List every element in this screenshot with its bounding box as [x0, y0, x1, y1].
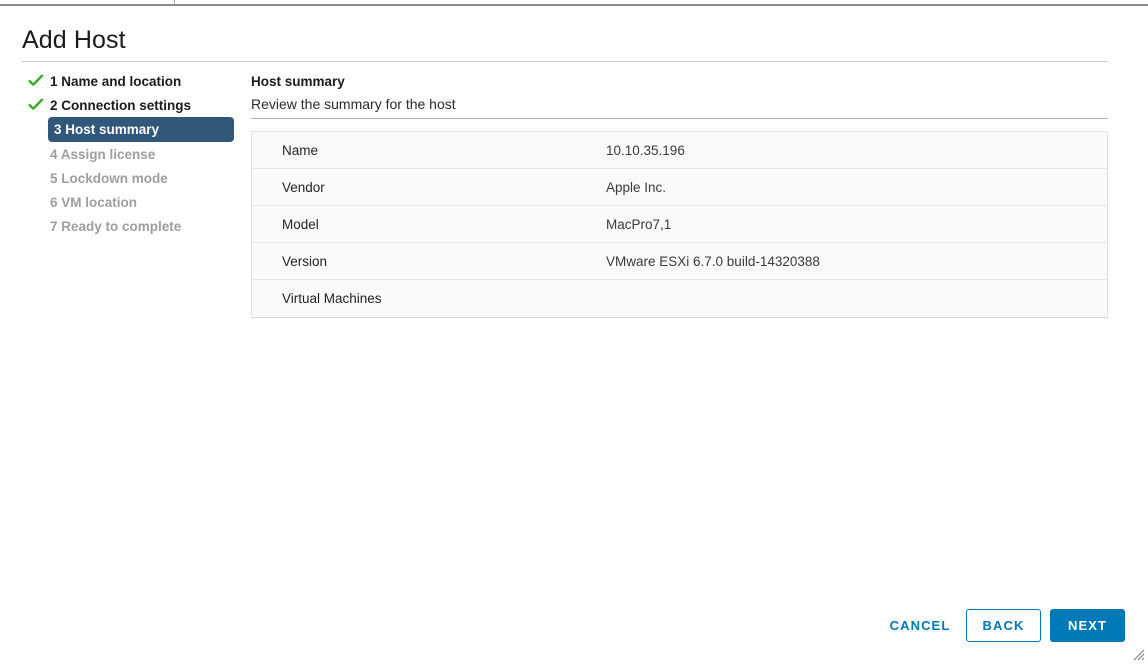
wizard-step-nav: 1 Name and location 2 Connection settings… [22, 69, 234, 238]
wizard-step-2[interactable]: 2 Connection settings [22, 93, 234, 117]
cancel-button[interactable]: CANCEL [875, 611, 965, 639]
next-button[interactable]: NEXT [1050, 609, 1125, 642]
check-icon [28, 73, 44, 89]
back-button[interactable]: BACK [966, 609, 1041, 642]
wizard-step-label: 3 Host summary [54, 122, 160, 137]
wizard-step-5[interactable]: 5 Lockdown mode [22, 166, 234, 190]
content-header: Host summary Review the summary for the … [251, 74, 456, 112]
title-divider [22, 61, 1108, 62]
parent-window-clipped-strip: Shortcuts [0, 0, 1148, 7]
content-title: Host summary [251, 74, 345, 89]
resize-grip-icon[interactable] [1132, 648, 1145, 661]
wizard-step-6[interactable]: 6 VM location [22, 190, 234, 214]
wizard-step-3[interactable]: 3 Host summary [48, 117, 234, 142]
summary-value: Apple Inc. [606, 179, 667, 195]
table-row: Virtual Machines [252, 280, 1107, 317]
parent-window-bottom-rule [0, 4, 1148, 6]
content-subtitle: Review the summary for the host [251, 96, 456, 112]
summary-key: Model [282, 216, 319, 232]
wizard-footer: CANCEL BACK NEXT [0, 604, 1148, 648]
summary-key: Version [282, 253, 328, 269]
summary-key: Vendor [282, 179, 325, 195]
wizard-step-label: 5 Lockdown mode [50, 170, 168, 186]
summary-value: 10.10.35.196 [606, 142, 685, 158]
summary-value: VMware ESXi 6.7.0 build-14320388 [606, 253, 820, 269]
table-row: Version VMware ESXi 6.7.0 build-14320388 [252, 243, 1107, 280]
wizard-step-label: 4 Assign license [50, 146, 156, 162]
wizard-step-label: 2 Connection settings [50, 97, 192, 113]
wizard-step-label: 1 Name and location [50, 73, 182, 89]
page-title: Add Host [22, 26, 126, 54]
wizard-step-7[interactable]: 7 Ready to complete [22, 214, 234, 238]
summary-key: Virtual Machines [282, 291, 382, 306]
content-divider [251, 118, 1108, 119]
wizard-step-label: 7 Ready to complete [50, 218, 182, 234]
wizard-step-1[interactable]: 1 Name and location [22, 69, 234, 93]
add-host-wizard-dialog: Shortcuts Add Host 1 Name and location 2 … [0, 0, 1148, 664]
wizard-step-4[interactable]: 4 Assign license [22, 142, 234, 166]
table-row: Name 10.10.35.196 [252, 132, 1107, 169]
summary-key: Name [282, 142, 319, 158]
parent-window-strip-inner: Shortcuts [0, 0, 1148, 7]
table-row: Model MacPro7,1 [252, 206, 1107, 243]
host-summary-table: Name 10.10.35.196 Vendor Apple Inc. Model Mac… [251, 131, 1108, 318]
summary-value: MacPro7,1 [606, 216, 672, 232]
table-row: Vendor Apple Inc. [252, 169, 1107, 206]
wizard-step-label: 6 VM location [50, 194, 138, 210]
check-icon [28, 97, 44, 113]
